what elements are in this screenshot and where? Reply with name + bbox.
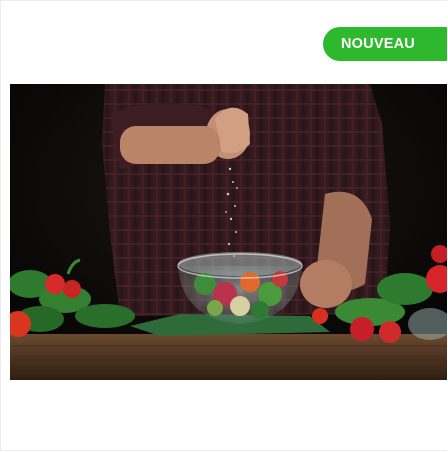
product-image[interactable] [10, 84, 447, 380]
new-badge: NOUVEAU [323, 27, 447, 61]
product-card[interactable]: NOUVEAU [0, 0, 447, 451]
